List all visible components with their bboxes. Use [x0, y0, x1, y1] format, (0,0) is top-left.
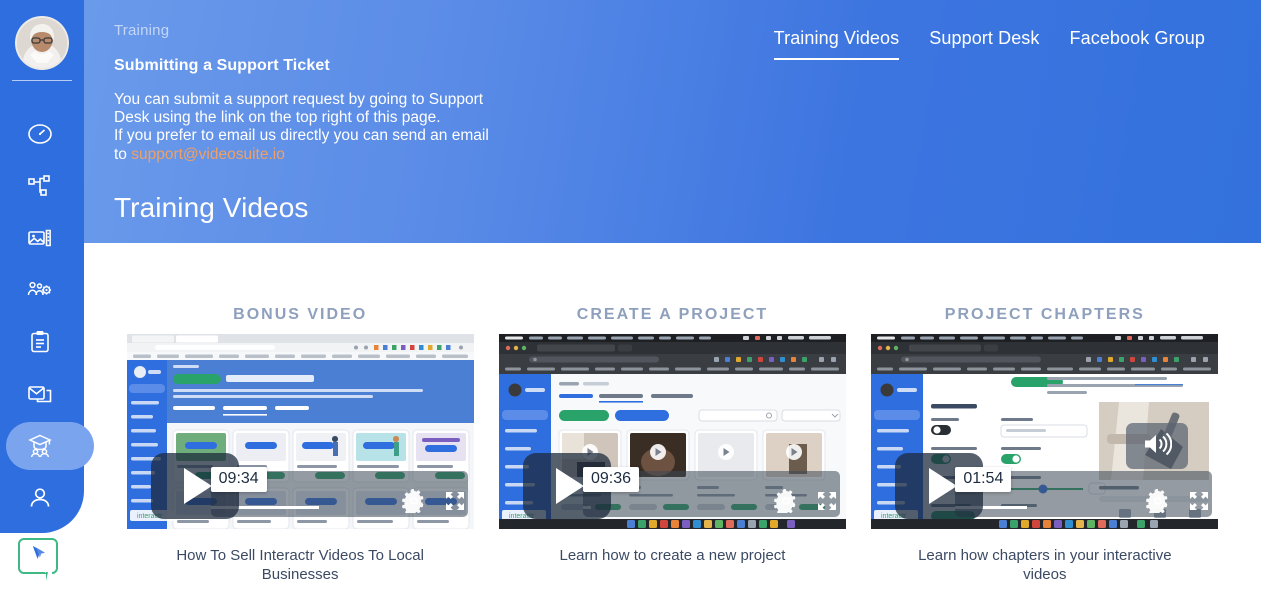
tab-training-videos[interactable]: Training Videos [773, 28, 900, 60]
video-caption: Learn how to create a new project [559, 547, 786, 564]
avatar[interactable] [15, 16, 69, 70]
graduation-cap-icon [27, 433, 53, 459]
banner-body: You can submit a support request by goin… [114, 91, 489, 164]
sidebar-item-inbox[interactable] [0, 368, 84, 420]
video-duration-badge: 09:34 [210, 467, 267, 492]
sidebar-nav-list [0, 108, 94, 524]
video-control-right [401, 489, 466, 513]
video-duration-badge: 09:36 [582, 467, 640, 492]
play-icon [928, 468, 957, 504]
email-prefix: to [114, 145, 132, 163]
video-card: Project Chapters [859, 243, 1231, 590]
sidebar-divider [12, 80, 72, 81]
clipboard-icon [27, 329, 53, 355]
video-thumbnail[interactable]: interactr [871, 334, 1219, 529]
banner-title: Submitting a Support Ticket [114, 57, 330, 74]
fullscreen-icon[interactable] [1188, 490, 1210, 512]
video-thumbnail[interactable]: interactr [498, 334, 846, 529]
main-sidebar [0, 0, 94, 533]
video-caption: Learn how chapters in your interactive v… [918, 547, 1172, 583]
dashboard-gauge-icon [27, 121, 53, 147]
sidebar-item-agency[interactable] [0, 264, 84, 316]
video-control-right [774, 489, 838, 513]
inbox-mail-icon [27, 381, 53, 407]
page-title: Training Videos [114, 192, 309, 223]
fullscreen-icon[interactable] [816, 490, 838, 512]
support-email-link[interactable]: support@videosuite.io [131, 146, 285, 163]
banner-body-line-1: You can submit a support request by goin… [114, 91, 484, 108]
video-card-heading: Project Chapters [944, 306, 1145, 323]
video-card-heading: Bonus Video [233, 306, 368, 323]
training-videos-grid: Bonus Video [84, 243, 1261, 590]
banner-body-line-2: Desk using the link on the top right of … [114, 109, 441, 127]
video-thumbnail[interactable]: interactr 09:34 [126, 334, 474, 529]
training-page: Training Submitting a Support Ticket You… [0, 0, 1261, 590]
sidebar-item-projects[interactable] [0, 160, 84, 212]
volume-overlay[interactable] [1126, 423, 1189, 469]
gear-icon[interactable] [1146, 489, 1170, 513]
video-card: Bonus Video [114, 243, 486, 590]
agency-settings-icon [27, 277, 53, 303]
page-banner: Training Submitting a Support Ticket You… [84, 0, 1261, 243]
play-icon [184, 468, 213, 504]
sidebar-item-media-library[interactable] [0, 212, 84, 264]
sidebar-item-training[interactable] [0, 420, 94, 472]
sidebar-item-surveys[interactable] [0, 316, 84, 368]
avatar-wrapper [0, 16, 84, 70]
workflow-branch-icon [27, 173, 53, 199]
help-chat-bubble[interactable] [18, 538, 58, 581]
breadcrumb: Training [114, 22, 170, 39]
banner-body-line-4: to support@videosuite.io [114, 146, 489, 164]
gear-icon[interactable] [401, 489, 426, 513]
video-caption: How To Sell Interactr Videos To Local Bu… [176, 547, 424, 583]
media-library-icon [27, 225, 53, 251]
tab-support-desk[interactable]: Support Desk [929, 28, 1039, 58]
banner-body-line-3: If you prefer to email us directly you c… [114, 127, 489, 145]
play-icon [556, 468, 585, 504]
person-icon [27, 485, 53, 511]
tab-facebook-group[interactable]: Facebook Group [1070, 28, 1205, 58]
gear-icon[interactable] [774, 489, 798, 513]
fullscreen-icon[interactable] [444, 490, 466, 512]
banner-tabs: Training Videos Support Desk Facebook Gr… [773, 28, 1205, 60]
video-card-heading: Create A Project [576, 306, 769, 323]
video-control-right [1146, 489, 1210, 513]
sidebar-item-dashboard[interactable] [0, 108, 84, 160]
cursor-chat-icon [29, 544, 48, 568]
sidebar-item-account[interactable] [0, 472, 84, 524]
video-duration-badge: 01:54 [955, 467, 1012, 492]
volume-up-icon [1142, 431, 1173, 462]
video-card: Create A Project [486, 243, 858, 590]
